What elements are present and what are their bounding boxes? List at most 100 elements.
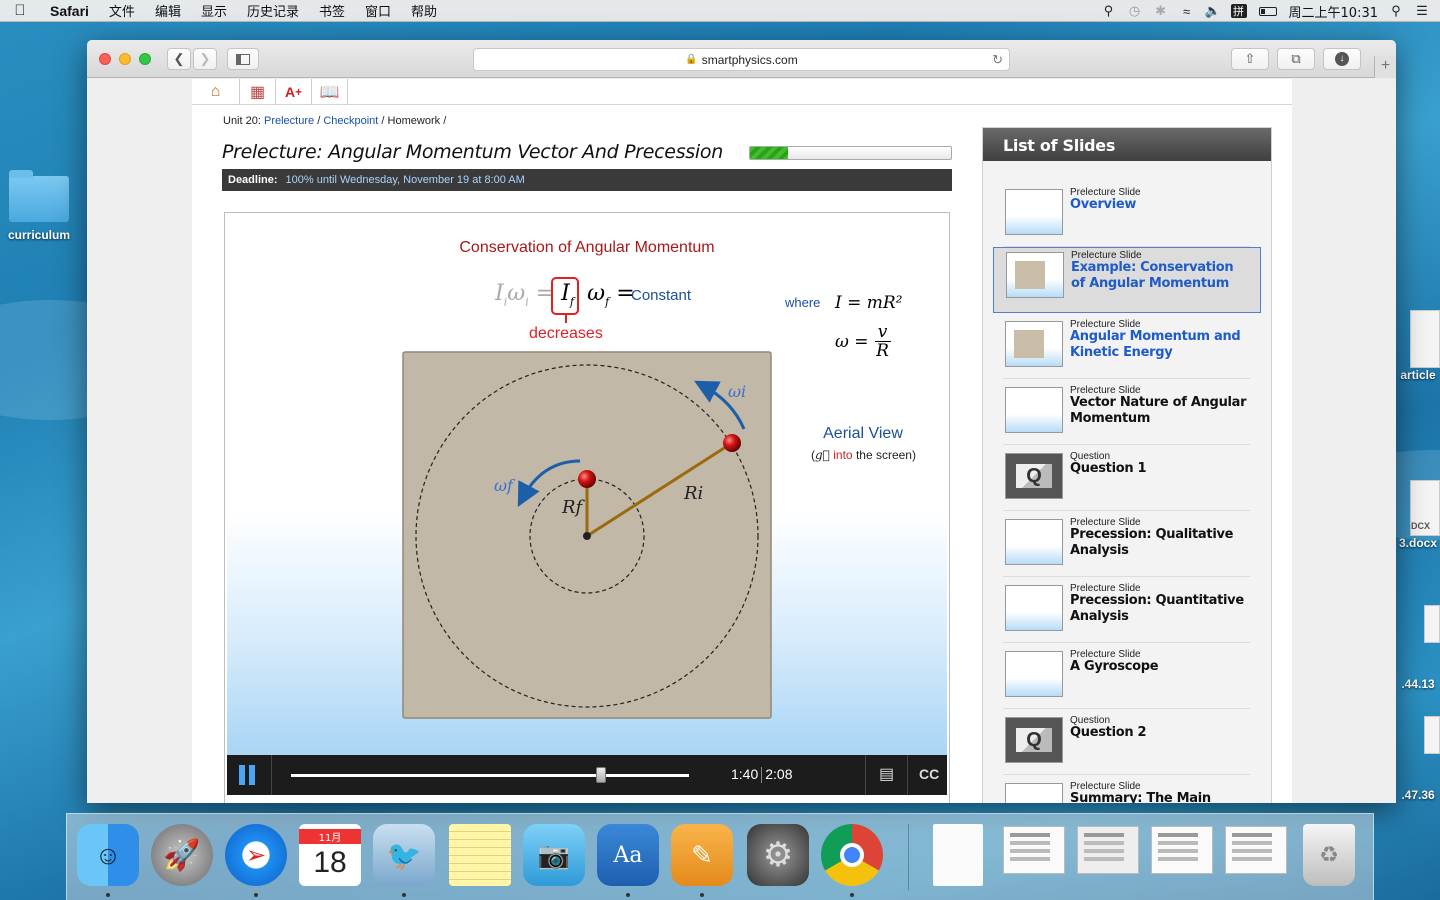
minimized-window-1[interactable] [1003,826,1065,874]
screenshot-icon [1424,716,1440,754]
eq-I-i: Ii [495,281,508,309]
slide-list-item[interactable]: Prelecture Slide Precession: Qualitative … [1003,515,1250,577]
minimized-window-4[interactable] [1225,826,1287,874]
video-scrubber[interactable] [291,767,689,783]
close-window-button[interactable] [99,53,111,65]
notification-center-icon[interactable]: ☰ [1414,3,1430,18]
calendar-icon[interactable]: 11月 18 [299,824,361,886]
bluetooth-icon[interactable]: ✱ [1153,3,1169,18]
pages-icon[interactable]: ✎ [671,824,733,886]
sidebar-icon [236,53,250,65]
grades-icon[interactable]: A + [276,79,312,105]
wifi-icon[interactable]: ≈ [1179,4,1195,19]
battery-icon[interactable] [1257,4,1279,18]
eq-omega-f: ωf [587,281,610,309]
menu-view[interactable]: 显示 [191,1,237,20]
constant-label: Constant [631,287,692,304]
iphoto-icon[interactable]: 📷 [523,824,585,886]
running-indicator [254,893,258,897]
scrubber-handle[interactable] [596,767,607,783]
slide-name: Overview [1070,197,1137,212]
book-icon[interactable]: 📖 [312,79,348,105]
sidebar-toggle-button[interactable] [227,48,259,70]
launchpad-icon[interactable]: 🚀 [151,824,213,886]
tabs-overview-button[interactable]: ⧉ [1277,48,1315,70]
closed-captions-icon[interactable]: CC [919,766,939,782]
slide-name: Angular Momentum and Kinetic Energy [1070,329,1241,360]
video-player[interactable]: Conservation of Angular Momentum Iiωi = … [224,212,950,803]
forward-button[interactable]: ❯ [193,48,217,70]
chrome-icon[interactable] [821,824,883,886]
menu-file[interactable]: 文件 [99,1,145,20]
mail-icon[interactable]: 🐦 [373,824,435,886]
question-thumbnail-icon: Q [1005,453,1063,499]
breadcrumb-homework[interactable]: Homework [388,115,441,127]
slide-list-item[interactable]: Prelecture SlideSummary: The Main Ideas [1003,779,1250,803]
desktop-screenshot-2[interactable]: .47.36 [1396,716,1440,802]
reload-icon[interactable]: ↻ [992,52,1003,68]
fullscreen-window-button[interactable] [139,53,151,65]
minimized-window-2[interactable] [1077,826,1139,874]
menu-bar:  Safari 文件 编辑 显示 历史记录 书签 窗口 帮助 ⚲ ◷ ✱ ≈ … [0,0,1440,22]
new-tab-button[interactable]: + [1374,56,1396,78]
time-machine-icon[interactable]: ◷ [1127,3,1143,18]
desktop-folder-curriculum[interactable]: curriculum [4,170,74,242]
dictionary-icon[interactable]: Aa [597,824,659,886]
notes-icon[interactable] [449,824,511,886]
breadcrumb-unit: Unit 20: [223,115,261,127]
menu-window[interactable]: 窗口 [355,1,401,20]
slides-list-title: List of Slides [983,128,1271,161]
home-icon[interactable]: ⌂ [192,79,240,105]
volume-icon[interactable]: 🔈 [1204,3,1220,18]
pause-button[interactable] [235,763,261,787]
menu-clock[interactable]: 周二上午10:31 [1289,2,1378,21]
deadline-label: Deadline: [228,174,278,186]
decreases-label: decreases [529,325,603,342]
minimized-window-3[interactable] [1151,826,1213,874]
share-button[interactable]: ⇧ [1231,48,1269,70]
finder-icon[interactable]: ☺ [77,824,139,886]
slide-list-item[interactable]: Q Question Question 1 [1003,449,1250,511]
desktop-screenshot-1[interactable]: .44.13 [1396,605,1440,691]
blank-document-icon[interactable] [933,824,983,886]
menu-app-safari[interactable]: Safari [40,3,99,19]
breadcrumb: Unit 20: Prelecture / Checkpoint / Homew… [223,115,446,127]
desktop-file-article[interactable]: article [1396,310,1440,382]
downloads-button[interactable]: ↓ [1323,48,1361,70]
system-preferences-icon[interactable]: ⚙ [747,824,809,886]
menu-edit[interactable]: 编辑 [145,1,191,20]
search-icon[interactable]: ⚲ [1388,3,1404,18]
apple-menu-icon[interactable]:  [0,2,40,19]
url-text: smartphysics.com [701,52,798,67]
back-button[interactable]: ❮ [167,48,191,70]
address-bar[interactable]: 🔒 smartphysics.com ↻ [473,48,1010,71]
minimize-window-button[interactable] [119,53,131,65]
transcript-icon[interactable]: ▤ [879,764,894,784]
trash-icon[interactable]: ♻ [1303,824,1355,886]
slide-list-item[interactable]: Q Question Question 2 [1003,713,1250,775]
slide-list-item[interactable]: Prelecture Slide Vector Nature of Angular… [1003,383,1250,445]
desktop-file-docx[interactable]: DCX 3.docx [1396,480,1440,550]
pivot [583,532,591,540]
breadcrumb-prelecture-link[interactable]: Prelecture [264,115,314,127]
spotlight-magnifier-icon[interactable]: ⚲ [1101,3,1117,18]
slide-thumbnail [1005,189,1063,235]
slide-list-item[interactable]: Prelecture Slide Angular Momentum and Kin… [1003,317,1250,379]
menu-bookmarks[interactable]: 书签 [309,1,355,20]
breadcrumb-checkpoint-link[interactable]: Checkpoint [323,115,378,127]
calendar-nav-icon[interactable]: ▦ [240,79,276,105]
slide-name: Question 2 [1070,725,1147,740]
question-thumbnail-icon: Q [1005,717,1063,763]
running-indicator [402,893,406,897]
menu-help[interactable]: 帮助 [401,1,447,20]
safari-icon[interactable]: ➢ [225,824,287,886]
menu-history[interactable]: 历史记录 [237,1,309,20]
slide-list-item[interactable]: Prelecture Slide Precession: Quantitative… [1003,581,1250,643]
aerial-view-label: Aerial View [823,425,903,442]
slide-list-item[interactable]: Prelecture Slide Overview [1003,185,1250,247]
slide-list-item[interactable]: Prelecture Slide A Gyroscope [1003,647,1250,709]
input-method-icon[interactable]: 拼 [1230,4,1247,18]
slide-thumbnail [1005,783,1063,803]
slide-list-item[interactable]: Prelecture Slide Example: Conservation of… [993,247,1261,313]
browser-toolbar: ❮ ❯ 🔒 smartphysics.com ↻ ⇧ ⧉ ↓ + [87,40,1396,78]
